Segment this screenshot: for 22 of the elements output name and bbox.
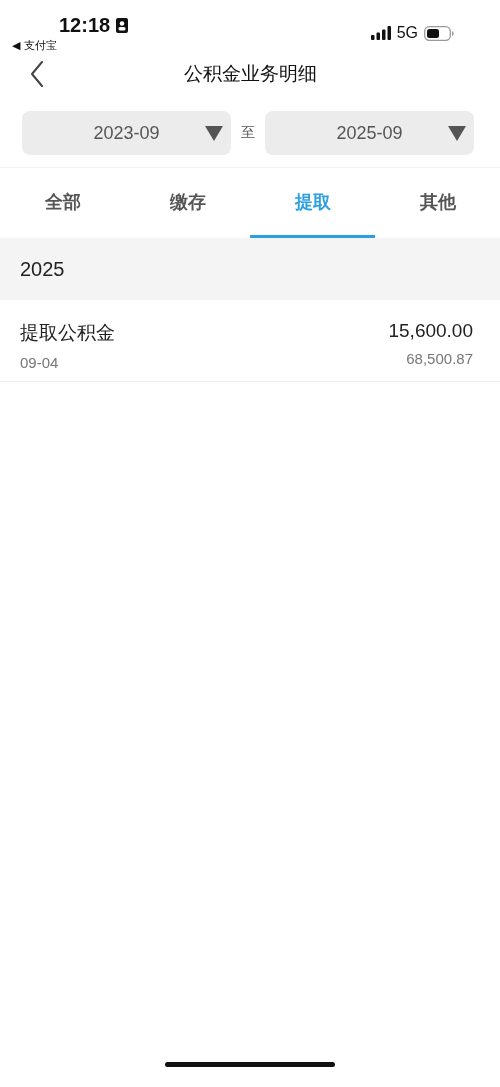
dropdown-triangle-icon <box>448 126 466 141</box>
filter-tab[interactable]: 全部 <box>0 168 125 238</box>
year-label: 2025 <box>20 257 65 281</box>
contact-card-icon <box>116 18 129 33</box>
range-separator: 至 <box>241 124 255 142</box>
transaction-date: 09-04 <box>20 354 60 371</box>
back-to-app-link[interactable]: ◀ 支付宝 <box>12 38 57 53</box>
transaction-row[interactable]: 提取公积金 09-04 15,600.00 68,500.87 <box>0 300 500 382</box>
signal-icon <box>370 26 391 40</box>
date-dropdown[interactable]: 2025-09 <box>265 111 474 155</box>
transaction-amount: 15,600.00 <box>388 320 473 342</box>
page-title: 公积金业务明细 <box>183 61 317 86</box>
transaction-title: 提取公积金 <box>20 320 115 345</box>
status-time: 12:18 <box>59 14 111 37</box>
dropdown-triangle-icon <box>205 126 223 141</box>
balance-amount: 68,500.87 <box>406 350 473 367</box>
filter-tab[interactable]: 其他 <box>375 168 500 238</box>
filter-tab[interactable]: 缴存 <box>125 168 250 238</box>
back-button[interactable] <box>30 61 44 87</box>
network-label: 5G <box>396 24 418 42</box>
date-dropdown[interactable]: 2023-09 <box>22 111 231 155</box>
battery-icon <box>424 25 454 41</box>
